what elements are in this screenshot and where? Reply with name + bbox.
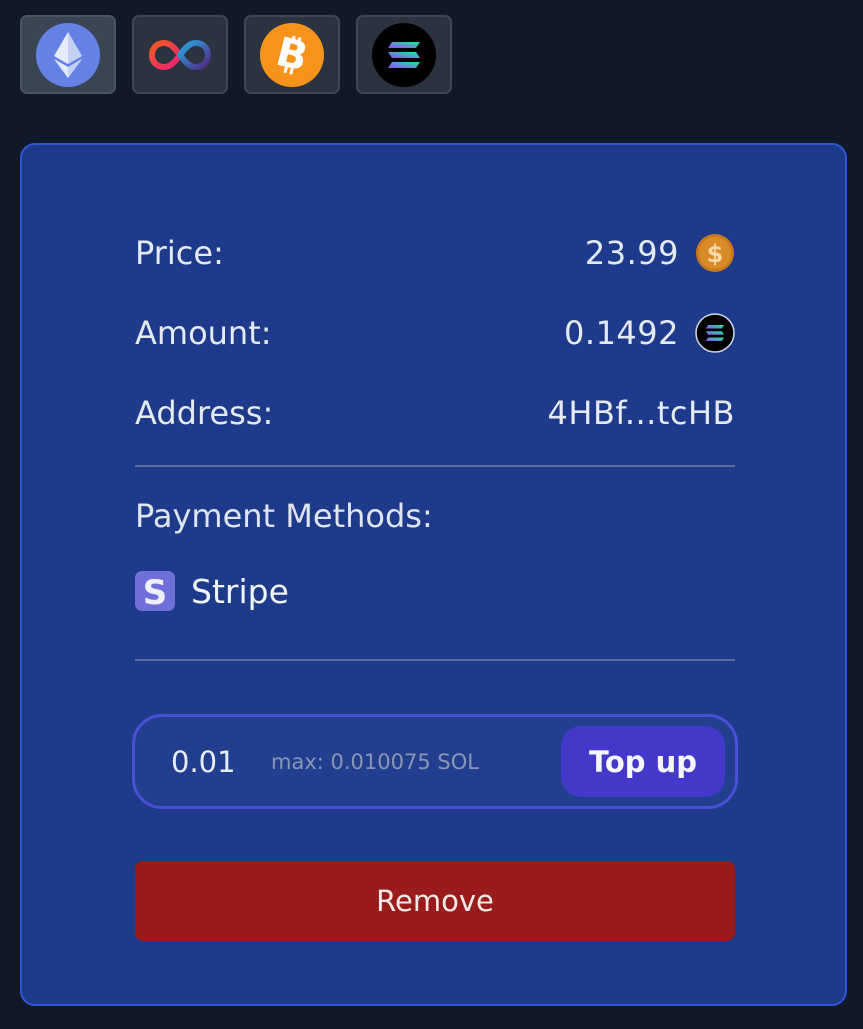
amount-value: 0.1492 <box>564 313 679 352</box>
chain-tab-internet-computer[interactable] <box>132 15 228 94</box>
amount-row: Amount: 0.1492 <box>135 310 735 355</box>
address-value[interactable]: 4HBf...tcHB <box>548 394 735 432</box>
chain-tab-ethereum[interactable] <box>20 15 116 94</box>
max-amount-hint: max: 0.010075 SOL <box>271 749 479 774</box>
payment-method-label: Stripe <box>191 571 289 611</box>
price-row: Price: 23.99 $ <box>135 230 735 275</box>
internet-computer-icon <box>148 39 212 70</box>
svg-text:S: S <box>143 573 168 611</box>
divider <box>135 465 735 467</box>
topup-form: max: 0.010075 SOL Top up <box>132 714 738 809</box>
chain-tab-solana[interactable] <box>356 15 452 94</box>
top-up-button[interactable]: Top up <box>561 726 725 797</box>
address-label: Address: <box>135 393 274 432</box>
topup-amount-input[interactable] <box>171 744 251 779</box>
price-value: 23.99 <box>584 233 679 272</box>
remove-button[interactable]: Remove <box>135 861 735 941</box>
ethereum-icon <box>36 22 100 87</box>
payment-method-stripe[interactable]: S Stripe <box>135 571 289 611</box>
stripe-icon: S <box>135 571 175 611</box>
solana-icon <box>695 312 735 353</box>
usd-coin-icon: $ <box>696 233 734 272</box>
price-label: Price: <box>135 233 224 272</box>
wallet-card: Price: 23.99 $ Amount: 0.1492 Address: 4… <box>20 143 847 1006</box>
divider <box>135 659 735 661</box>
chain-tabs: B <box>20 15 452 94</box>
bitcoin-icon: B <box>260 22 324 87</box>
payment-methods-label: Payment Methods: <box>135 497 433 535</box>
address-row: Address: 4HBf...tcHB <box>135 390 735 435</box>
chain-tab-bitcoin[interactable]: B <box>244 15 340 94</box>
svg-text:$: $ <box>707 240 724 268</box>
solana-icon <box>372 22 436 87</box>
amount-label: Amount: <box>135 313 272 352</box>
